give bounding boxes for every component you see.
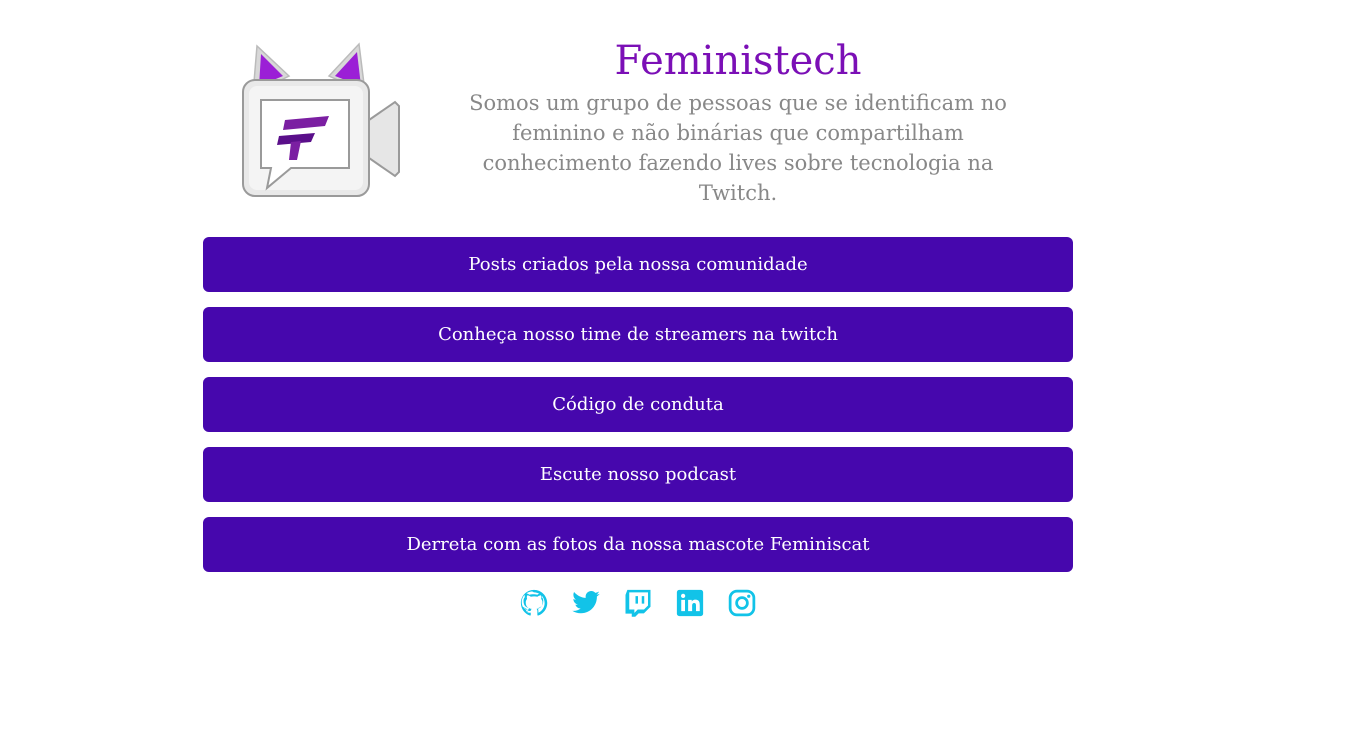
intro: Feministech Somos um grupo de pessoas qu… <box>458 36 1018 208</box>
code-of-conduct-link-button[interactable]: Código de conduta <box>203 377 1073 432</box>
twitch-icon <box>625 589 651 617</box>
links-list: Posts criados pela nossa comunidade Conh… <box>203 237 1073 587</box>
page-description: Somos um grupo de pessoas que se identif… <box>469 91 1007 205</box>
streamers-team-link-button[interactable]: Conheça nosso time de streamers na twitc… <box>203 307 1073 362</box>
linkedin-link[interactable] <box>675 588 705 618</box>
instagram-link[interactable] <box>727 588 757 618</box>
camera-cat-logo-icon <box>242 42 400 197</box>
instagram-icon <box>728 589 756 617</box>
github-icon <box>520 589 548 616</box>
github-link[interactable] <box>519 588 549 618</box>
page-container: Feministech Somos um grupo de pessoas qu… <box>203 0 1073 617</box>
page-title: Feministech <box>614 38 862 84</box>
social-links <box>203 588 1073 618</box>
feminiscat-photos-link-button[interactable]: Derreta com as fotos da nossa mascote Fe… <box>203 517 1073 572</box>
feministech-logo <box>241 42 401 198</box>
twitter-icon <box>572 591 600 614</box>
twitter-link[interactable] <box>571 588 601 618</box>
posts-link-button[interactable]: Posts criados pela nossa comunidade <box>203 237 1073 292</box>
twitch-link[interactable] <box>623 588 653 618</box>
podcast-link-button[interactable]: Escute nosso podcast <box>203 447 1073 502</box>
linkedin-icon <box>676 589 704 617</box>
header: Feministech Somos um grupo de pessoas qu… <box>203 0 1073 237</box>
